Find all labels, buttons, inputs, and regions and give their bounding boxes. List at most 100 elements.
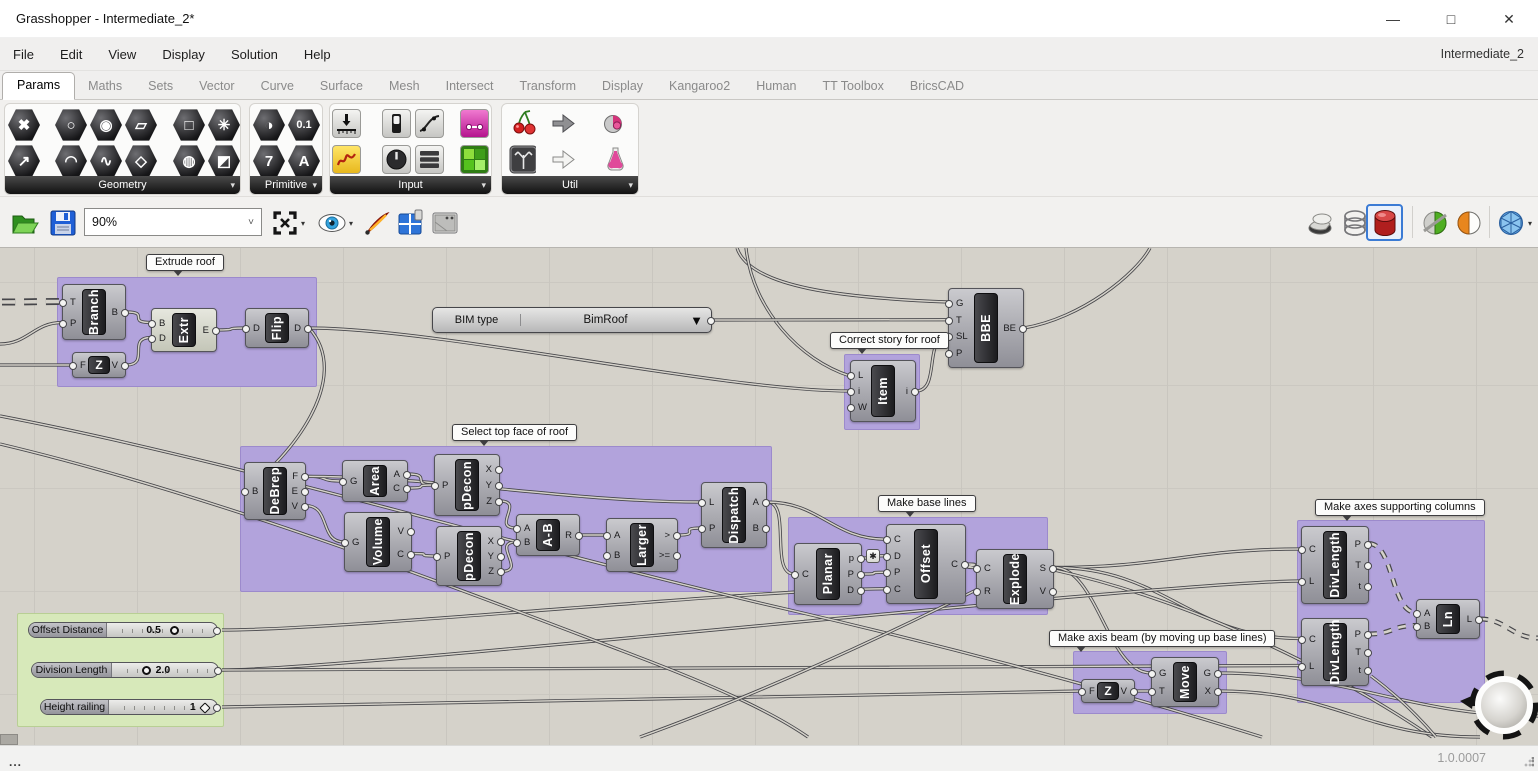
output-port[interactable]: [857, 571, 865, 579]
output-port[interactable]: [1049, 588, 1057, 596]
input-port[interactable]: [69, 362, 77, 370]
menu-display[interactable]: Display: [149, 40, 218, 69]
tab-human[interactable]: Human: [743, 74, 809, 99]
preview-eye-icon[interactable]: [315, 206, 348, 239]
input-port[interactable]: [847, 388, 855, 396]
twisted-box-param-icon[interactable]: ◩: [207, 144, 241, 178]
item-list-icon[interactable]: [415, 145, 444, 174]
knob-icon[interactable]: [382, 145, 411, 174]
colour-swatch-icon[interactable]: [460, 145, 489, 174]
preview-shaded-icon[interactable]: [1366, 204, 1403, 241]
output-port[interactable]: [857, 587, 865, 595]
output-port[interactable]: [1475, 616, 1483, 624]
component-pdecon2[interactable]: pDeconPXYZ: [436, 526, 502, 586]
input-port[interactable]: [883, 569, 891, 577]
input-port[interactable]: [242, 325, 250, 333]
preview-selected-only-icon[interactable]: [1418, 206, 1451, 239]
output-port[interactable]: [407, 551, 415, 559]
component-pdecon1[interactable]: pDeconPXYZ: [434, 454, 500, 516]
output-port[interactable]: [495, 466, 503, 474]
output-port[interactable]: [961, 561, 969, 569]
galapagos-flask-icon[interactable]: [602, 145, 629, 174]
input-port[interactable]: [603, 532, 611, 540]
component-divlen1[interactable]: DivLengthCLPTt: [1301, 526, 1369, 604]
tab-mesh[interactable]: Mesh: [376, 74, 433, 99]
input-port[interactable]: [883, 553, 891, 561]
component-extr[interactable]: ExtrBDE: [151, 308, 217, 352]
slider-division-length[interactable]: Division Length 2.0: [31, 662, 219, 678]
spiral-param-icon[interactable]: ◉: [89, 108, 123, 142]
output-port[interactable]: [212, 327, 220, 335]
layout-panel-icon[interactable]: [394, 206, 427, 239]
vector-param-icon[interactable]: ↗: [7, 144, 41, 178]
input-port[interactable]: [1298, 546, 1306, 554]
output-port[interactable]: [121, 362, 129, 370]
slider-height-railing[interactable]: Height railing 1: [40, 699, 218, 715]
output-port[interactable]: [301, 488, 309, 496]
geometry-group-footer[interactable]: Geometry▾: [5, 176, 240, 194]
input-port[interactable]: [945, 300, 953, 308]
input-port[interactable]: [791, 571, 799, 579]
component-area[interactable]: AreaGAC: [342, 460, 408, 502]
output-port[interactable]: [213, 627, 221, 635]
expression-badge-icon[interactable]: ✱: [866, 549, 880, 563]
menu-help[interactable]: Help: [291, 40, 344, 69]
output-port[interactable]: [1364, 667, 1372, 675]
component-z2[interactable]: ZFV: [1081, 679, 1135, 703]
save-file-icon[interactable]: [46, 206, 79, 239]
tab-kangaroo2[interactable]: Kangaroo2: [656, 74, 743, 99]
tab-display[interactable]: Display: [589, 74, 656, 99]
param-viewer-tree-icon[interactable]: [509, 145, 536, 174]
input-port[interactable]: [1413, 623, 1421, 631]
integer-param-icon[interactable]: 7: [252, 144, 286, 178]
output-port[interactable]: [1364, 541, 1372, 549]
output-port[interactable]: [497, 538, 505, 546]
component-z1[interactable]: ZFV: [72, 352, 126, 378]
input-port[interactable]: [59, 320, 67, 328]
mesh-param-icon[interactable]: ✳: [207, 108, 241, 142]
tab-params[interactable]: Params: [2, 72, 75, 100]
canvas-compass-widget[interactable]: [1452, 663, 1538, 745]
output-port[interactable]: [301, 503, 309, 511]
boolean-param-icon[interactable]: ◑: [252, 108, 286, 142]
cherry-picker-icon[interactable]: [511, 109, 538, 138]
component-bbe[interactable]: BBEGTSLPBE: [948, 288, 1024, 368]
boolean-toggle-icon[interactable]: [382, 109, 411, 138]
curve-param-icon[interactable]: ◠: [54, 144, 88, 178]
input-port[interactable]: [883, 586, 891, 594]
output-port[interactable]: [673, 552, 681, 560]
output-port[interactable]: [1364, 562, 1372, 570]
input-port[interactable]: [59, 299, 67, 307]
tab-surface[interactable]: Surface: [307, 74, 376, 99]
util-group-footer[interactable]: Util▾: [502, 176, 638, 194]
input-port[interactable]: [945, 317, 953, 325]
output-port[interactable]: [762, 499, 770, 507]
resize-grip[interactable]: [1524, 757, 1534, 767]
preview-shaded-half-icon[interactable]: [1452, 206, 1485, 239]
minimize-button[interactable]: —: [1364, 0, 1422, 38]
gradient-icon[interactable]: [460, 109, 489, 138]
input-port[interactable]: [603, 552, 611, 560]
zoom-level-select[interactable]: 90% ˅: [84, 208, 262, 236]
output-port[interactable]: [857, 555, 865, 563]
chevron-down-icon[interactable]: ▾: [349, 219, 353, 228]
component-explode[interactable]: ExplodeCRSV: [976, 549, 1054, 609]
component-item[interactable]: ItemLiWi: [850, 360, 916, 422]
value-list-bim-type[interactable]: BIM type BimRoof ▼: [432, 307, 712, 333]
input-port[interactable]: [341, 539, 349, 547]
input-port[interactable]: [1298, 578, 1306, 586]
input-port[interactable]: [431, 482, 439, 490]
preview-off-icon[interactable]: [1303, 206, 1336, 239]
tab-sets[interactable]: Sets: [135, 74, 186, 99]
slider-track[interactable]: 1: [115, 700, 211, 714]
number-param-icon[interactable]: 0.1: [287, 108, 321, 142]
input-port[interactable]: [1078, 688, 1086, 696]
input-port[interactable]: [1298, 636, 1306, 644]
output-port[interactable]: [1214, 670, 1222, 678]
line-param-icon[interactable]: ∿: [89, 144, 123, 178]
component-dispatch[interactable]: DispatchLPAB: [701, 482, 767, 548]
tab-maths[interactable]: Maths: [75, 74, 135, 99]
output-port[interactable]: [575, 532, 583, 540]
slider-offset-distance[interactable]: Offset Distance 0.5: [28, 622, 218, 638]
output-port[interactable]: [495, 482, 503, 490]
